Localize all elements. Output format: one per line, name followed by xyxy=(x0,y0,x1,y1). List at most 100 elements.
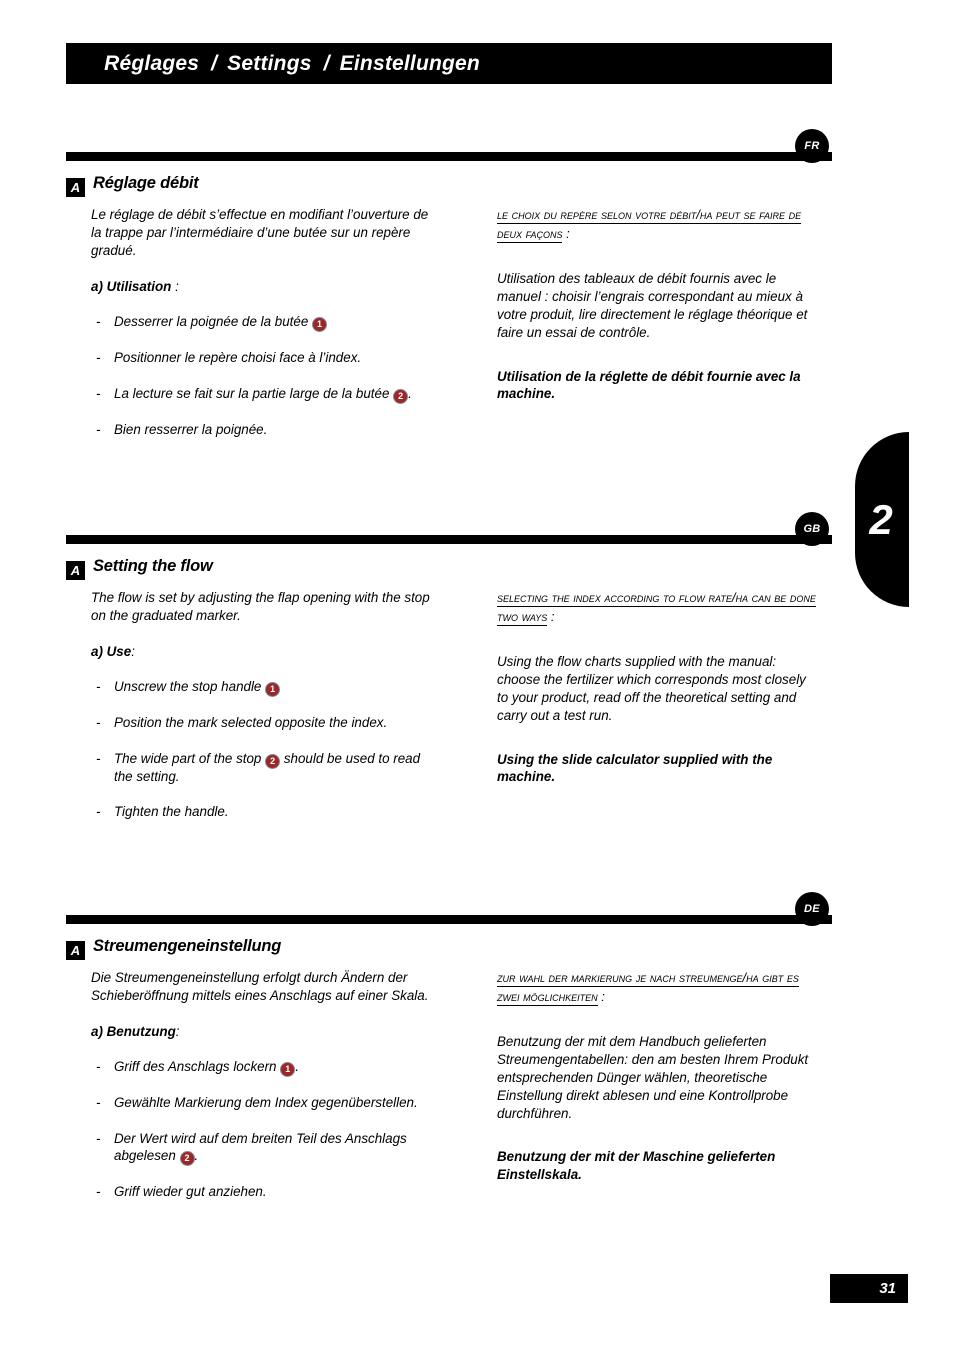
instruction-item: - Position the mark selected opposite the… xyxy=(91,714,431,732)
bullet-dash: - xyxy=(96,1130,101,1146)
left-column: Le réglage de débit s’effectue en modifi… xyxy=(91,206,431,456)
right-column: Zur Wahl der Markierung je nach Streumen… xyxy=(497,969,817,1184)
instruction-text-cont: . xyxy=(194,1148,199,1164)
instruction-text: Griff des Anschlags lockern xyxy=(114,1058,281,1074)
callout-marker-2: 2 xyxy=(180,1152,194,1166)
instruction-list: - Unscrew the stop handle 1- Position the … xyxy=(91,678,431,821)
page-number: 31 xyxy=(879,1280,896,1297)
page-title: Réglages / Settings / Einstellungen xyxy=(66,28,480,100)
instruction-text: Positionner le repère choisi face à l’in… xyxy=(114,349,362,365)
page-footer: 31 xyxy=(830,1274,908,1303)
instruction-item: - La lecture se fait sur la partie large … xyxy=(91,385,431,403)
instruction-text: La lecture se fait sur la partie large d… xyxy=(114,385,394,401)
instruction-item: - Positionner le repère choisi face à l’i… xyxy=(91,349,431,367)
language-badge-fr: FR xyxy=(795,129,829,163)
sub-heading: a) Use: xyxy=(91,644,431,659)
section-divider-wrap: GB xyxy=(0,512,954,553)
left-column: Die Streumengeneinstellung erfolgt durch… xyxy=(91,969,431,1219)
bullet-dash: - xyxy=(96,678,101,694)
sub-heading: a) Benutzung: xyxy=(91,1024,431,1039)
bullet-dash: - xyxy=(96,750,101,766)
instruction-item: - Gewählte Markierung dem Index gegenüber… xyxy=(91,1094,431,1112)
section-divider-wrap: DE xyxy=(0,892,954,933)
instruction-text: Desserrer la poignée de la butée xyxy=(114,313,313,329)
instruction-item: - The wide part of the stop 2 should be u… xyxy=(91,750,431,786)
instruction-item: - Griff des Anschlags lockern 1. xyxy=(91,1058,431,1076)
bullet-dash: - xyxy=(96,313,101,329)
intro-paragraph: The flow is set by adjusting the flap op… xyxy=(91,590,430,623)
callout-marker-1: 1 xyxy=(313,317,327,331)
lead-in-suffix: : xyxy=(597,988,605,1004)
bullet-dash: - xyxy=(96,1094,101,1110)
sub-heading: a) Utilisation : xyxy=(91,279,431,294)
section-heading: Setting the flow xyxy=(93,557,213,575)
language-section-gb: GB A Setting the flow The flow is set by ad… xyxy=(0,512,954,819)
section-letter-badge: A xyxy=(66,941,85,960)
instruction-item: - Tighten the handle. xyxy=(91,803,431,821)
bullet-dash: - xyxy=(96,421,101,437)
lead-in-suffix: : xyxy=(547,608,555,624)
sub-heading-suffix: : xyxy=(171,278,179,294)
lead-in-paragraph: Zur Wahl der Markierung je nach Streumen… xyxy=(497,969,817,1007)
callout-marker-2: 2 xyxy=(394,389,408,403)
instruction-text-cont: . xyxy=(408,385,412,401)
instruction-text: Unscrew the stop handle xyxy=(114,678,266,694)
bullet-dash: - xyxy=(96,349,101,365)
callout-marker-1: 1 xyxy=(266,682,280,696)
sub-heading-label: a) Use xyxy=(91,643,132,659)
section-letter-badge: A xyxy=(66,178,85,197)
section-letter-badge: A xyxy=(66,561,85,580)
bullet-dash: - xyxy=(96,1184,101,1200)
right-body-paragraph: Using the flow charts supplied with the … xyxy=(497,653,806,723)
section-divider-bar xyxy=(66,152,832,161)
right-column: Le choix du repère selon votre débit/ha … xyxy=(497,206,817,403)
right-bold-note: Benutzung der mit der Maschine geliefert… xyxy=(497,1149,776,1183)
instruction-text: Tighten the handle. xyxy=(114,804,229,820)
section-divider-bar xyxy=(66,915,832,924)
section-heading-row: A Réglage débit xyxy=(0,174,954,206)
instruction-text: Bien resserrer la poignée. xyxy=(114,421,268,437)
callout-marker-2: 2 xyxy=(266,754,280,768)
page-title-bar: Réglages / Settings / Einstellungen xyxy=(66,43,832,84)
instruction-item: - Desserrer la poignée de la butée 1 xyxy=(91,313,431,331)
instruction-text: Position the mark selected opposite the … xyxy=(114,714,388,730)
sub-heading-label: a) Utilisation xyxy=(91,278,172,294)
callout-marker-1: 1 xyxy=(281,1062,295,1076)
instruction-text-cont: . xyxy=(295,1058,299,1074)
right-column: Selecting the index according to flow ra… xyxy=(497,589,817,786)
bullet-dash: - xyxy=(96,1058,101,1074)
language-section-de: DE A Streumengeneinstellung Die Streumengen… xyxy=(0,892,954,1199)
lead-in-text: Le choix du repère selon votre débit/ha … xyxy=(497,207,802,243)
page-title-en: Settings xyxy=(227,51,312,75)
section-heading-row: A Streumengeneinstellung xyxy=(0,937,954,969)
instruction-item: - Griff wieder gut anziehen. xyxy=(91,1183,431,1201)
section-heading-row: A Setting the flow xyxy=(0,557,954,589)
right-body-paragraph: Utilisation des tableaux de débit fourni… xyxy=(497,270,808,340)
right-bold-note: Using the slide calculator supplied with… xyxy=(497,751,773,785)
sub-heading-suffix: : xyxy=(175,1023,180,1039)
page-title-de: Einstellungen xyxy=(339,51,480,75)
lead-in-paragraph: Le choix du repère selon votre débit/ha … xyxy=(497,206,817,244)
instruction-list: - Griff des Anschlags lockern 1. - Gewählte… xyxy=(91,1058,431,1201)
sub-heading-label: a) Benutzung xyxy=(91,1023,176,1039)
sub-heading-suffix: : xyxy=(131,643,135,659)
instruction-list: - Desserrer la poignée de la butée 1- Posi… xyxy=(91,313,431,438)
title-separator-1: / xyxy=(211,51,218,75)
bullet-dash: - xyxy=(96,714,101,730)
instruction-text: Der Wert wird auf dem breiten Teil des A… xyxy=(114,1130,407,1164)
lead-in-text: Zur Wahl der Markierung je nach Streumen… xyxy=(497,970,799,1006)
left-column: The flow is set by adjusting the flap op… xyxy=(91,589,431,839)
instruction-item: - Unscrew the stop handle 1 xyxy=(91,678,431,696)
lead-in-text: Selecting the index according to flow ra… xyxy=(497,590,816,626)
right-body-paragraph: Benutzung der mit dem Handbuch geliefert… xyxy=(497,1033,809,1121)
